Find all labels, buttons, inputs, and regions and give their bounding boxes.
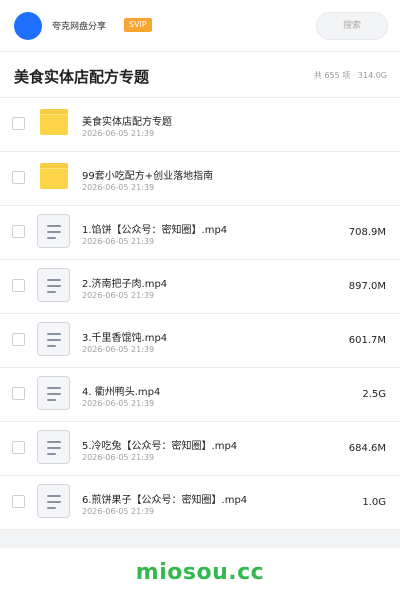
file-date: 2026-06-05 21:39	[82, 237, 155, 246]
search-input[interactable]: 搜索	[316, 12, 388, 40]
file-date: 2026-06-05 21:39	[82, 399, 155, 408]
vip-badge: SVIP	[124, 18, 152, 32]
row-checkbox[interactable]	[12, 387, 25, 400]
file-name[interactable]: 3.千里香馄饨.mp4	[82, 329, 167, 344]
file-row[interactable]: 美食实体店配方专题 2026-06-05 21:39	[0, 98, 400, 152]
file-name[interactable]: 1.馅饼【公众号：密知圈】.mp4	[82, 221, 227, 236]
file-date: 2026-06-05 21:39	[82, 507, 155, 516]
folder-title-bar: 美食实体店配方专题 共 655 项 · 314.0G	[0, 52, 400, 98]
file-date: 2026-06-05 21:39	[82, 129, 155, 138]
file-row[interactable]: 6.煎饼果子【公众号：密知圈】.mp4 2026-06-05 21:39 1.0…	[0, 476, 400, 530]
file-name[interactable]: 6.煎饼果子【公众号：密知圈】.mp4	[82, 491, 247, 506]
file-size: 684.6M	[348, 443, 386, 454]
file-date: 2026-06-05 21:39	[82, 291, 155, 300]
file-size: 708.9M	[348, 227, 386, 238]
file-name[interactable]: 5.冷吃兔【公众号：密知圈】.mp4	[82, 437, 237, 452]
file-row[interactable]: 99套小吃配方+创业落地指南 2026-06-05 21:39	[0, 152, 400, 206]
item-summary: 共 655 项 · 314.0G	[313, 71, 387, 80]
file-date: 2026-06-05 21:39	[82, 345, 155, 354]
row-checkbox[interactable]	[12, 279, 25, 292]
document-icon	[37, 268, 70, 302]
file-row[interactable]: 5.冷吃兔【公众号：密知圈】.mp4 2026-06-05 21:39 684.…	[0, 422, 400, 476]
row-checkbox[interactable]	[12, 171, 25, 184]
document-icon	[37, 322, 70, 356]
file-name[interactable]: 99套小吃配方+创业落地指南	[82, 167, 213, 182]
site-watermark: miosou.cc	[135, 560, 265, 585]
file-name[interactable]: 2.济南把子肉.mp4	[82, 275, 167, 290]
app-header: 夸克网盘分享 SVIP 搜索	[0, 0, 400, 52]
file-size: 1.0G	[362, 497, 386, 508]
file-name[interactable]: 美食实体店配方专题	[82, 113, 172, 128]
file-name[interactable]: 4. 衢州鸭头.mp4	[82, 383, 160, 398]
row-checkbox[interactable]	[12, 333, 25, 346]
page-title: 美食实体店配方专题	[14, 68, 150, 86]
row-checkbox[interactable]	[12, 495, 25, 508]
file-list: 美食实体店配方专题 2026-06-05 21:39 99套小吃配方+创业落地指…	[0, 98, 400, 530]
footer: miosou.cc	[0, 548, 400, 600]
file-row[interactable]: 4. 衢州鸭头.mp4 2026-06-05 21:39 2.5G	[0, 368, 400, 422]
avatar[interactable]	[14, 12, 42, 40]
row-checkbox[interactable]	[12, 441, 25, 454]
file-row[interactable]: 3.千里香馄饨.mp4 2026-06-05 21:39 601.7M	[0, 314, 400, 368]
document-icon	[37, 484, 70, 518]
document-icon	[37, 214, 70, 248]
file-size: 601.7M	[348, 335, 386, 346]
file-date: 2026-06-05 21:39	[82, 183, 155, 192]
row-checkbox[interactable]	[12, 117, 25, 130]
folder-icon	[40, 163, 68, 189]
file-size: 2.5G	[362, 389, 386, 400]
file-row[interactable]: 1.馅饼【公众号：密知圈】.mp4 2026-06-05 21:39 708.9…	[0, 206, 400, 260]
file-date: 2026-06-05 21:39	[82, 453, 155, 462]
folder-icon	[40, 109, 68, 135]
user-name: 夸克网盘分享	[52, 22, 107, 32]
file-size: 897.0M	[348, 281, 386, 292]
row-checkbox[interactable]	[12, 225, 25, 238]
file-row[interactable]: 2.济南把子肉.mp4 2026-06-05 21:39 897.0M	[0, 260, 400, 314]
document-icon	[37, 430, 70, 464]
document-icon	[37, 376, 70, 410]
